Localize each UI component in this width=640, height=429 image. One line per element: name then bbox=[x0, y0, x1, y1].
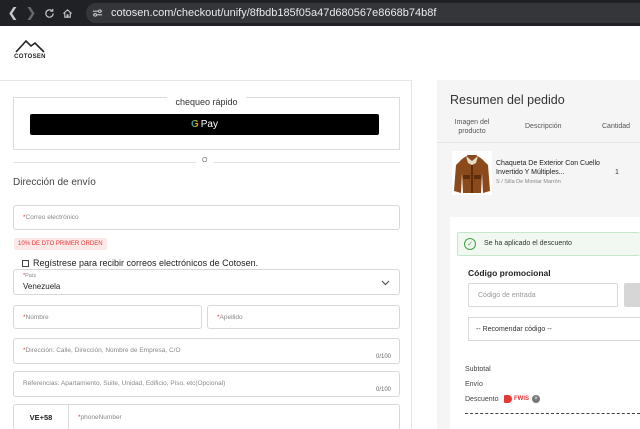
discount-code: FWIS bbox=[514, 396, 529, 402]
mountain-logo-icon bbox=[15, 39, 45, 53]
order-summary: Resumen del pedido Imagen del producto D… bbox=[437, 80, 640, 429]
brand-logo[interactable]: COTOSEN bbox=[12, 38, 48, 62]
google-g-icon: G bbox=[190, 119, 199, 130]
country-select[interactable]: *País Venezuela bbox=[13, 269, 400, 295]
or-separator: O bbox=[196, 157, 214, 164]
apply-code-button[interactable] bbox=[624, 283, 640, 307]
header-divider bbox=[437, 142, 640, 143]
phone-placeholder: phoneNumber bbox=[80, 414, 122, 421]
col-quantity-header: Cantidad bbox=[602, 123, 631, 130]
home-icon bbox=[62, 8, 72, 18]
email-placeholder: Correo electrónico bbox=[25, 214, 79, 221]
product-image[interactable] bbox=[452, 151, 492, 195]
recommend-code-select[interactable]: -- Recomendar código -- bbox=[468, 317, 640, 341]
tune-icon[interactable] bbox=[92, 8, 103, 18]
promo-code-placeholder: Código de entrada bbox=[478, 292, 536, 299]
promo-code-label: Código promocional bbox=[468, 268, 551, 278]
promo-code-input[interactable]: Código de entrada bbox=[468, 283, 618, 307]
col-description-header: Descripción bbox=[525, 123, 562, 130]
recommend-code-label: -- Recomendar código -- bbox=[476, 326, 552, 333]
subtotal-label: Subtotal bbox=[465, 366, 491, 373]
discount-applied-notice: ✓ Se ha aplicado el descuento bbox=[457, 232, 640, 256]
country-label: País bbox=[25, 273, 37, 279]
back-button[interactable]: ❮ bbox=[4, 0, 22, 26]
discount-applied-text: Se ha aplicado el descuento bbox=[484, 240, 572, 247]
col-image-header: Imagen del producto bbox=[454, 119, 490, 135]
address-field[interactable]: *Dirección: Calle, Dirección, Nombre de … bbox=[13, 338, 400, 364]
discount-tag: FWIS × bbox=[504, 395, 540, 403]
references-counter: 0/100 bbox=[375, 387, 391, 393]
shipping-title: Dirección de envío bbox=[13, 177, 96, 188]
shipping-label: Envío bbox=[465, 381, 483, 388]
tag-icon bbox=[504, 395, 512, 403]
home-button[interactable] bbox=[58, 0, 76, 26]
checkout-form: chequeo rápido G Pay O Dirección de enví… bbox=[0, 80, 412, 429]
address-placeholder: Dirección: Calle, Dirección, Nombre de E… bbox=[25, 347, 181, 354]
phone-country-code[interactable]: VE+58 bbox=[14, 405, 69, 429]
references-field[interactable]: Referencias: Apartamiento, Suite, Unidad… bbox=[13, 371, 400, 397]
promo-badge: 10% DE DTO PRIMER ORDEN bbox=[14, 238, 107, 250]
newsletter-row[interactable]: Regístrese para recibir correos electrón… bbox=[22, 258, 258, 268]
product-quantity: 1 bbox=[615, 169, 619, 176]
email-field[interactable]: *Correo electrónico bbox=[13, 205, 400, 230]
url-text: cotosen.com/checkout/unify/8fbdb185f05a4… bbox=[111, 7, 437, 19]
last-name-field[interactable]: *Apellido bbox=[207, 305, 400, 329]
google-pay-button[interactable]: G Pay bbox=[30, 114, 379, 135]
chevron-down-icon bbox=[381, 280, 390, 286]
references-placeholder: Referencias: Apartamiento, Suite, Unidad… bbox=[23, 380, 226, 387]
first-name-placeholder: Nombre bbox=[25, 314, 49, 321]
gpay-label: Pay bbox=[200, 119, 218, 130]
quick-checkout-title: chequeo rápido bbox=[167, 97, 246, 107]
first-name-field[interactable]: *Nombre bbox=[13, 305, 202, 329]
last-name-placeholder: Apellido bbox=[219, 314, 243, 321]
check-circle-icon: ✓ bbox=[464, 238, 476, 250]
summary-title: Resumen del pedido bbox=[450, 93, 565, 107]
reload-button[interactable] bbox=[40, 0, 58, 26]
logo-text: COTOSEN bbox=[14, 54, 46, 60]
newsletter-checkbox[interactable] bbox=[22, 259, 29, 267]
product-variant: S / Silla De Montar Marrón bbox=[496, 179, 561, 185]
quick-checkout: chequeo rápido G Pay bbox=[13, 97, 400, 150]
discount-label: Descuento bbox=[465, 396, 499, 403]
dashed-divider bbox=[465, 413, 640, 414]
reload-icon bbox=[44, 8, 54, 18]
product-name[interactable]: Chaqueta De Exterior Con Cuello Invertid… bbox=[496, 159, 606, 177]
phone-field[interactable]: VE+58 *phoneNumber bbox=[13, 404, 400, 429]
forward-button[interactable]: ❯ bbox=[22, 0, 40, 26]
remove-discount-icon[interactable]: × bbox=[532, 395, 540, 403]
country-value: Venezuela bbox=[23, 282, 61, 291]
address-bar[interactable]: cotosen.com/checkout/unify/8fbdb185f05a4… bbox=[86, 3, 640, 23]
browser-toolbar: ❮ ❯ cotosen.com/checkout/unify/8fbdb185f… bbox=[0, 0, 640, 26]
newsletter-label: Regístrese para recibir correos electrón… bbox=[33, 258, 259, 268]
address-counter: 0/100 bbox=[375, 354, 391, 360]
